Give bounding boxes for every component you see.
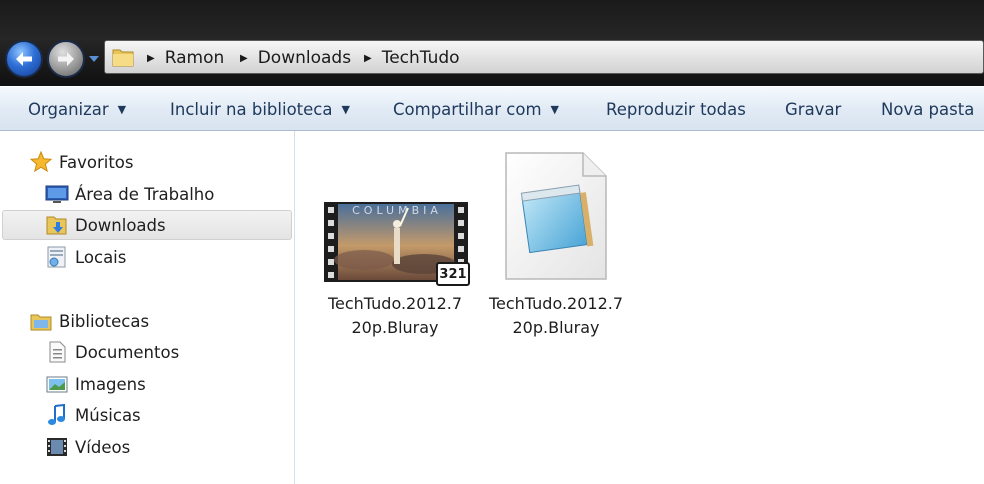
- chevron-right-icon: ▶: [364, 52, 372, 64]
- caret-down-icon: ▼: [117, 102, 127, 116]
- nav-desktop[interactable]: Área de Trabalho: [45, 179, 214, 209]
- navigation-pane: Favoritos Área de Trabalho Downloads Loc…: [0, 131, 295, 484]
- include-library-button[interactable]: Incluir na biblioteca ▼: [170, 87, 350, 131]
- nav-pictures[interactable]: Imagens: [45, 369, 146, 399]
- pictures-icon: [45, 372, 69, 396]
- back-button[interactable]: [5, 40, 43, 78]
- file-name-line1: TechTudo.2012.7: [327, 294, 463, 313]
- folder-icon: [112, 49, 134, 67]
- text-file-label[interactable]: TechTudo.2012.7 20p.Bluray: [481, 290, 631, 340]
- play-all-button[interactable]: Reproduzir todas: [606, 87, 746, 131]
- caret-down-icon: ▼: [341, 102, 350, 116]
- share-with-button[interactable]: Compartilhar com ▼: [393, 87, 559, 131]
- file-name-line1: TechTudo.2012.7: [488, 294, 624, 313]
- chevron-right-icon: ▶: [147, 52, 155, 64]
- organize-button[interactable]: Organizar ▼: [28, 87, 126, 131]
- recent-pages-dropdown[interactable]: [89, 55, 99, 63]
- nav-documents[interactable]: Documentos: [45, 337, 179, 367]
- command-bar: Organizar ▼ Incluir na biblioteca ▼ Comp…: [0, 86, 984, 131]
- nav-music[interactable]: Músicas: [45, 400, 141, 430]
- breadcrumb-techtudo[interactable]: ▶ TechTudo: [364, 41, 460, 75]
- arrow-left-icon: [16, 52, 32, 66]
- film-strip-icon: [45, 435, 69, 459]
- address-bar[interactable]: ▶ Ramon ▶ Downloads ▶ TechTudo: [104, 40, 984, 74]
- nav-libraries[interactable]: Bibliotecas: [29, 306, 149, 336]
- caret-down-icon: ▼: [550, 102, 560, 116]
- video-thumbnail[interactable]: COLUMBIA 321: [324, 200, 470, 286]
- documents-icon: [45, 340, 69, 364]
- forward-button[interactable]: [47, 40, 85, 78]
- nav-downloads[interactable]: Downloads: [45, 210, 166, 240]
- file-name-line2: 20p.Bluray: [512, 318, 600, 337]
- text-document-icon: [505, 152, 607, 280]
- nav-favorites[interactable]: Favoritos: [29, 147, 133, 177]
- nav-videos[interactable]: Vídeos: [45, 432, 130, 462]
- libraries-icon: [29, 309, 53, 333]
- nav-recent-places[interactable]: Locais: [45, 242, 126, 272]
- chevron-right-icon: ▶: [240, 52, 248, 64]
- video-file-label[interactable]: TechTudo.2012.7 20p.Bluray: [320, 290, 470, 340]
- title-bar: ▶ Ramon ▶ Downloads ▶ TechTudo: [0, 0, 984, 86]
- media-player-badge-icon: 321: [436, 262, 470, 286]
- breadcrumb-downloads[interactable]: ▶ Downloads: [240, 41, 351, 75]
- music-note-icon: [45, 403, 69, 427]
- desktop-icon: [45, 182, 69, 206]
- text-file-thumbnail[interactable]: [503, 151, 609, 281]
- arrow-right-icon: [58, 52, 74, 66]
- downloads-folder-icon: [45, 213, 69, 237]
- new-folder-button[interactable]: Nova pasta: [881, 87, 974, 131]
- file-name-line2: 20p.Bluray: [351, 318, 439, 337]
- breadcrumb-ramon[interactable]: ▶ Ramon: [147, 41, 224, 75]
- burn-button[interactable]: Gravar: [785, 87, 841, 131]
- thumbnail-title-text: COLUMBIA: [352, 204, 442, 217]
- recent-places-icon: [45, 245, 69, 269]
- star-icon: [29, 150, 53, 174]
